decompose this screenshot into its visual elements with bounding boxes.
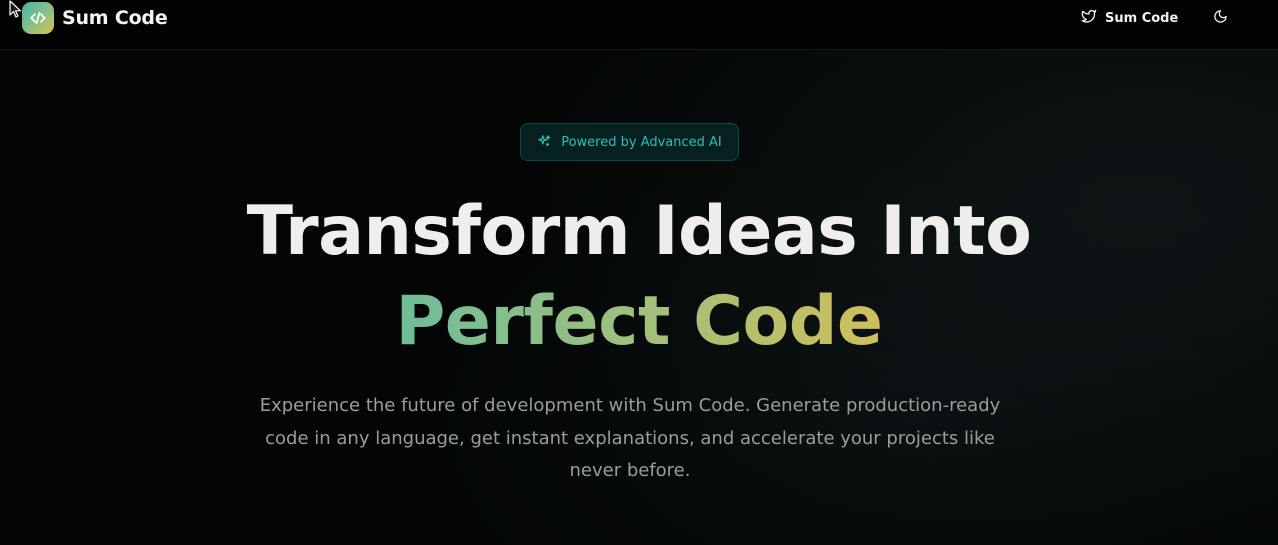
hero-description: Experience the future of development wit… — [259, 395, 1001, 481]
theme-toggle-button[interactable] — [1208, 6, 1232, 30]
ai-badge-label: Powered by Advanced AI — [561, 134, 722, 150]
twitter-link-label: Sum Code — [1105, 10, 1179, 26]
twitter-icon — [1081, 8, 1097, 28]
hero-headline-accent: Perfect Code — [0, 278, 1278, 366]
hero-headline: Transform Ideas Into — [246, 192, 1032, 271]
moon-icon — [1213, 9, 1228, 27]
code-brackets-icon — [22, 2, 54, 34]
top-nav: Sum Code Sum Code — [0, 0, 1278, 50]
mouse-cursor-icon — [9, 0, 23, 24]
hero-headline-accent-text: Perfect Code — [395, 282, 883, 361]
sparkles-icon — [537, 133, 551, 152]
ai-badge: Powered by Advanced AI — [520, 123, 739, 161]
page: Sum Code Sum Code Powered by Advanced AI… — [0, 0, 1278, 545]
brand-name: Sum Code — [62, 7, 168, 29]
twitter-link[interactable]: Sum Code — [1081, 8, 1178, 28]
brand-link[interactable]: Sum Code — [22, 2, 168, 34]
